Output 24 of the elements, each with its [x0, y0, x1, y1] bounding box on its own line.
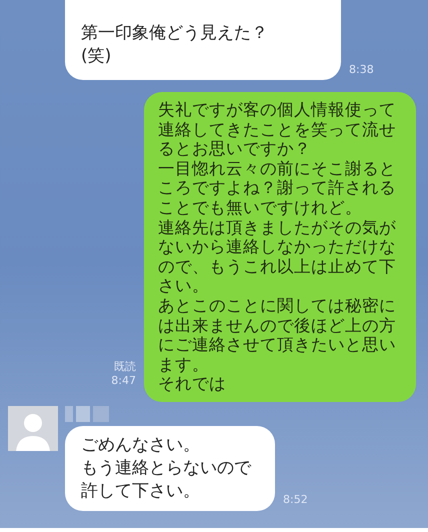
message-line: ます。	[158, 354, 210, 374]
message-line: 第一印象俺どう見えた？	[81, 22, 269, 45]
message-time: 8:47	[111, 374, 136, 388]
read-receipt: 既読	[114, 360, 136, 374]
message-line: は出来ませんので後ほど上の方	[158, 316, 397, 336]
message-line: 連絡先は頂きましたがその気が	[158, 218, 397, 238]
message-time: 8:38	[349, 62, 374, 78]
message-line: るとお思いですか？	[158, 139, 312, 159]
message-line: あとこのことに関しては秘密に	[158, 296, 397, 316]
message-line: それでは	[158, 374, 227, 394]
message-line: ことでも無いですけれど。	[158, 198, 363, 218]
message-line: にご連絡させて頂きたいと思い	[158, 335, 397, 355]
message-line: (笑)	[81, 45, 112, 68]
message-line: 失礼ですが客の個人情報使って	[158, 100, 397, 120]
message-line: ごめんなさい。	[81, 434, 201, 457]
message-line: ころですよね？謝って許される	[158, 178, 397, 198]
message-line: 許して下さい。	[81, 480, 201, 503]
message-line: 連絡してきたことを笑って流せ	[158, 120, 397, 140]
message-line: 一目惚れ云々の前にそこ謝ると	[158, 158, 397, 178]
message-line: さい。	[158, 276, 210, 296]
message-line: ので、もうこれ以上は止めて下	[158, 256, 397, 276]
message-line: ないから連絡しなかっただけな	[158, 237, 397, 257]
message-line: もう連絡とらないので	[81, 456, 252, 480]
message-time: 8:52	[283, 492, 308, 508]
